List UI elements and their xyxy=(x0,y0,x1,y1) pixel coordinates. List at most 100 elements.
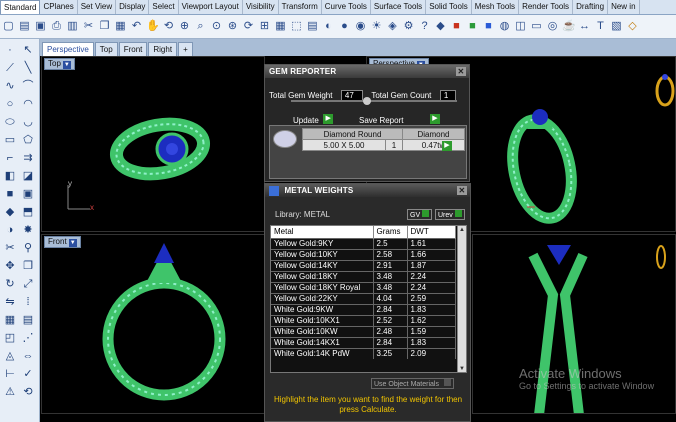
offset-icon[interactable]: ⇉ xyxy=(21,151,35,165)
pointer-icon[interactable]: ↖ xyxy=(21,43,35,57)
material-icon[interactable]: ◆ xyxy=(434,20,447,33)
extrude-icon[interactable]: ⬒ xyxy=(21,205,35,219)
group-icon[interactable]: ▦ xyxy=(3,313,17,327)
tab-surface-tools[interactable]: Surface Tools xyxy=(371,0,427,14)
metal-weights-titlebar[interactable]: METAL WEIGHTS ✕ xyxy=(265,184,470,197)
surface-icon[interactable]: ◧ xyxy=(3,169,17,183)
table-row[interactable]: Yellow Gold:18KY Royal 3.48 2.24 xyxy=(271,281,456,293)
box-icon[interactable]: ■ xyxy=(3,187,17,201)
rotate-icon[interactable]: ↻ xyxy=(3,277,17,291)
table-row[interactable]: White Gold:14K PdW 3.25 2.09 xyxy=(271,347,456,359)
table-row[interactable]: Yellow Gold:22KY 4.04 2.59 xyxy=(271,292,456,304)
jewel-icon[interactable]: ◇ xyxy=(626,20,639,33)
table-row[interactable]: Yellow Gold:14KY 2.91 1.87 xyxy=(271,259,456,271)
rotate-view-icon[interactable]: ⟲ xyxy=(162,20,175,33)
copy-icon[interactable]: ❐ xyxy=(98,20,111,33)
mirror-icon[interactable]: ⇋ xyxy=(3,295,17,309)
four-viewports-icon[interactable]: ⊞ xyxy=(258,20,271,33)
table-row[interactable]: White Gold:14KX1 2.84 1.83 xyxy=(271,336,456,348)
update-button[interactable]: Update xyxy=(293,116,319,125)
close-icon[interactable]: ✕ xyxy=(456,67,466,76)
text-icon[interactable]: T xyxy=(594,20,607,33)
arc-icon[interactable]: ◠ xyxy=(21,97,35,111)
open-folder-icon[interactable]: ▤ xyxy=(18,20,31,33)
history-icon[interactable]: ⟲ xyxy=(21,385,35,399)
gem-data-row[interactable]: 5.00 X 5.00 1 0.47tw xyxy=(302,139,465,151)
cut-icon[interactable]: ✂ xyxy=(82,20,95,33)
tab-visibility[interactable]: Visibility xyxy=(243,0,279,14)
tab-viewport-layout[interactable]: Viewport Layout xyxy=(179,0,243,14)
sphere-icon[interactable]: ◉ xyxy=(354,20,367,33)
color-icon[interactable]: ■ xyxy=(450,20,463,33)
solid-icon[interactable]: ▣ xyxy=(21,187,35,201)
pan-hand-icon[interactable]: ✋ xyxy=(146,20,160,33)
scroll-up-icon[interactable]: ▲ xyxy=(458,226,466,235)
polygon-icon[interactable]: ⬠ xyxy=(21,133,35,147)
array-icon[interactable]: ⁞ xyxy=(21,295,35,309)
warning-icon[interactable]: ⚠ xyxy=(3,385,17,399)
rectangle-icon[interactable]: ▭ xyxy=(3,133,17,147)
teapot-icon[interactable]: ☕ xyxy=(562,20,576,33)
arc-tool-icon[interactable]: ◡ xyxy=(21,115,35,129)
environment-icon[interactable]: ◎ xyxy=(546,20,559,33)
tab-render-tools[interactable]: Render Tools xyxy=(519,0,574,14)
properties-icon[interactable]: ◈ xyxy=(386,20,399,33)
texture-icon[interactable]: ■ xyxy=(466,20,479,33)
tab-front[interactable]: Front xyxy=(118,42,148,56)
loft-icon[interactable]: ◪ xyxy=(21,169,35,183)
gv-toggle[interactable]: GV xyxy=(407,209,433,220)
zoom-window-icon[interactable]: ⌕ xyxy=(194,20,207,33)
gem-row-go-icon[interactable]: ▶ xyxy=(442,141,452,151)
cube-icon[interactable]: ◆ xyxy=(3,205,17,219)
zoom-icon[interactable]: ⊕ xyxy=(178,20,191,33)
print-icon[interactable]: ⎙ xyxy=(50,20,63,33)
help-icon[interactable]: ? xyxy=(418,20,431,33)
tab-standard[interactable]: Standard xyxy=(0,0,41,14)
circle-icon[interactable]: ○ xyxy=(3,97,17,111)
tab-perspective[interactable]: Perspective xyxy=(42,42,94,56)
save-icon[interactable]: ▣ xyxy=(34,20,47,33)
tab-mesh-tools[interactable]: Mesh Tools xyxy=(472,0,520,14)
check-icon[interactable]: ✓ xyxy=(21,367,35,381)
front-viewport[interactable]: Front ▼ xyxy=(41,234,265,414)
table-row[interactable]: Yellow Gold:18KY 3.48 2.24 xyxy=(271,270,456,282)
table-row[interactable]: White Gold:9KW 2.84 1.83 xyxy=(271,303,456,315)
curve-icon[interactable]: ∿ xyxy=(3,79,17,93)
splitter-handle[interactable] xyxy=(363,97,371,105)
tab-display[interactable]: Display xyxy=(116,0,150,14)
use-object-materials-checkbox[interactable] xyxy=(443,379,451,386)
hatch-icon[interactable]: ▧ xyxy=(610,20,623,33)
tab-solid-tools[interactable]: Solid Tools xyxy=(426,0,472,14)
ungroup-icon[interactable]: ▤ xyxy=(21,313,35,327)
paste-icon[interactable]: ▦ xyxy=(114,20,127,33)
block-icon[interactable]: ◰ xyxy=(3,331,17,345)
analyze-icon[interactable]: ◬ xyxy=(3,349,17,363)
options-icon[interactable]: ⚙ xyxy=(402,20,415,33)
tab-new-in[interactable]: New in xyxy=(608,0,640,14)
tab-cplanes[interactable]: CPlanes xyxy=(40,0,78,14)
boolean-icon[interactable]: ◑ xyxy=(3,223,17,237)
scroll-down-icon[interactable]: ▼ xyxy=(458,365,466,372)
metal-list[interactable]: Metal Grams DWT Yellow Gold:9KY 2.5 1.61 Y… xyxy=(270,225,467,373)
light-icon[interactable]: ☀ xyxy=(370,20,383,33)
column-header-metal[interactable]: Metal xyxy=(271,226,374,238)
save-report-button[interactable]: Save Report xyxy=(359,116,403,125)
undo-view-icon[interactable]: ⟳ xyxy=(242,20,255,33)
move-icon[interactable]: ✥ xyxy=(3,259,17,273)
copy-object-icon[interactable]: ❐ xyxy=(21,259,35,273)
trim-icon[interactable]: ✂ xyxy=(3,241,17,255)
tab-select[interactable]: Select xyxy=(149,0,179,14)
column-header-grams[interactable]: Grams xyxy=(373,226,408,238)
tab-right[interactable]: Right xyxy=(148,42,178,56)
layer-icon[interactable]: ▤ xyxy=(306,20,319,33)
grid-icon[interactable]: ▦ xyxy=(274,20,287,33)
freeform-curve-icon[interactable]: ⌒ xyxy=(21,79,35,93)
control-points-icon[interactable]: ⋰ xyxy=(21,331,35,345)
fillet-icon[interactable]: ⌐ xyxy=(3,151,17,165)
polyline-icon[interactable]: ⟋ xyxy=(3,61,17,75)
zoom-selected-icon[interactable]: ⊛ xyxy=(226,20,239,33)
close-icon[interactable]: ✕ xyxy=(457,186,467,195)
import-icon[interactable]: ▥ xyxy=(66,20,79,33)
paint-icon[interactable]: ■ xyxy=(482,20,495,33)
table-row[interactable]: White Gold:10KX1 2.52 1.62 xyxy=(271,314,456,326)
